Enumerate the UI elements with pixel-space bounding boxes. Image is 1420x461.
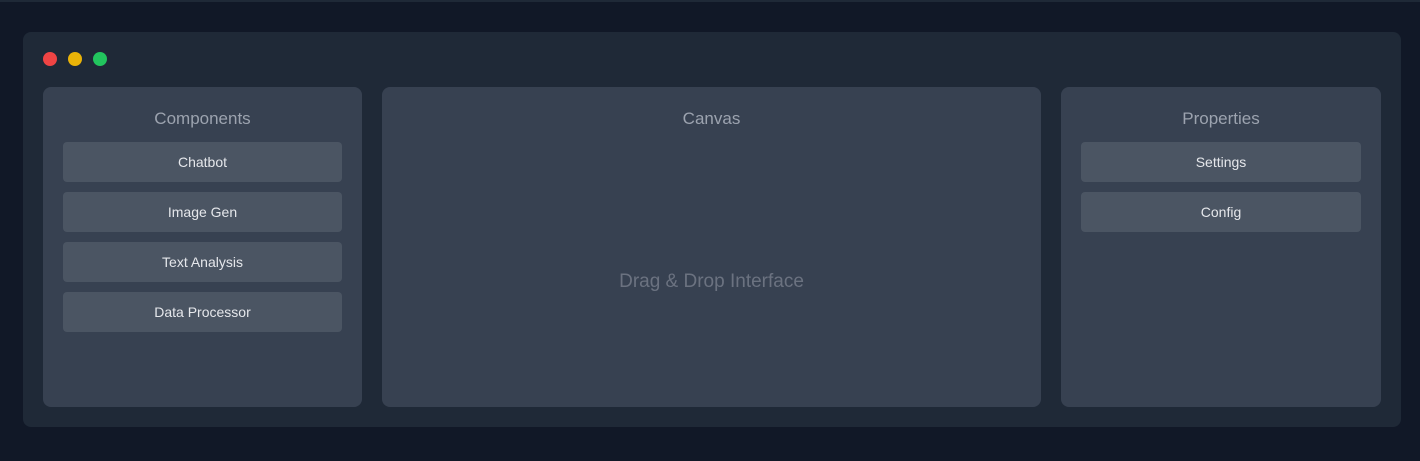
close-dot-icon[interactable]: [43, 52, 57, 66]
component-image-gen-button[interactable]: Image Gen: [63, 192, 342, 232]
minimize-dot-icon[interactable]: [68, 52, 82, 66]
maximize-dot-icon[interactable]: [93, 52, 107, 66]
settings-button[interactable]: Settings: [1081, 142, 1361, 182]
top-border: [0, 0, 1420, 2]
properties-title: Properties: [1182, 109, 1260, 128]
config-button[interactable]: Config: [1081, 192, 1361, 232]
component-text-analysis-button[interactable]: Text Analysis: [63, 242, 342, 282]
components-title: Components: [154, 109, 251, 128]
window-controls: [43, 52, 107, 66]
component-chatbot-button[interactable]: Chatbot: [63, 142, 342, 182]
components-panel: Components Chatbot Image Gen Text Analys…: [43, 87, 362, 407]
canvas-drop-hint: Drag & Drop Interface: [619, 271, 804, 292]
properties-list: Settings Config: [1081, 142, 1361, 232]
canvas-title: Canvas: [682, 109, 741, 128]
components-list: Chatbot Image Gen Text Analysis Data Pro…: [63, 142, 342, 332]
component-data-processor-button[interactable]: Data Processor: [63, 292, 342, 332]
properties-panel: Properties Settings Config: [1061, 87, 1381, 407]
canvas-panel[interactable]: Canvas Drag & Drop Interface: [382, 87, 1041, 407]
app-window: Components Chatbot Image Gen Text Analys…: [23, 32, 1401, 427]
